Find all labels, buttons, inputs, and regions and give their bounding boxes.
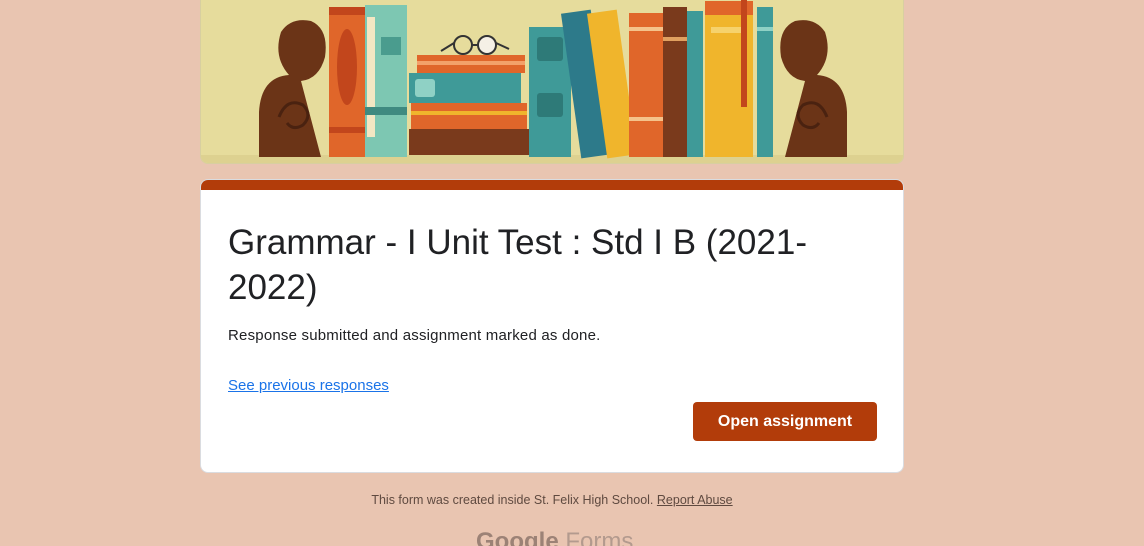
brand-forms-text: Forms (565, 528, 634, 546)
footer-note: This form was created inside St. Felix H… (0, 493, 1104, 507)
footer-created-text: This form was created inside St. Felix H… (371, 493, 654, 507)
google-forms-logo[interactable]: Google Forms (476, 528, 633, 546)
card-accent-bar (201, 180, 903, 190)
confirmation-card: Grammar - I Unit Test : Std I B (2021-20… (200, 179, 904, 473)
header-banner-image (200, 0, 904, 164)
see-previous-responses-link[interactable]: See previous responses (228, 377, 389, 394)
form-title: Grammar - I Unit Test : Std I B (2021-20… (228, 223, 807, 307)
report-abuse-link[interactable]: Report Abuse (657, 493, 733, 507)
confirmation-message: Response submitted and assignment marked… (228, 327, 601, 344)
open-assignment-button[interactable]: Open assignment (693, 402, 877, 441)
bookshelf-illustration (201, 0, 903, 163)
brand-google-text: Google (476, 528, 559, 546)
page: Grammar - I Unit Test : Std I B (2021-20… (0, 0, 1144, 546)
